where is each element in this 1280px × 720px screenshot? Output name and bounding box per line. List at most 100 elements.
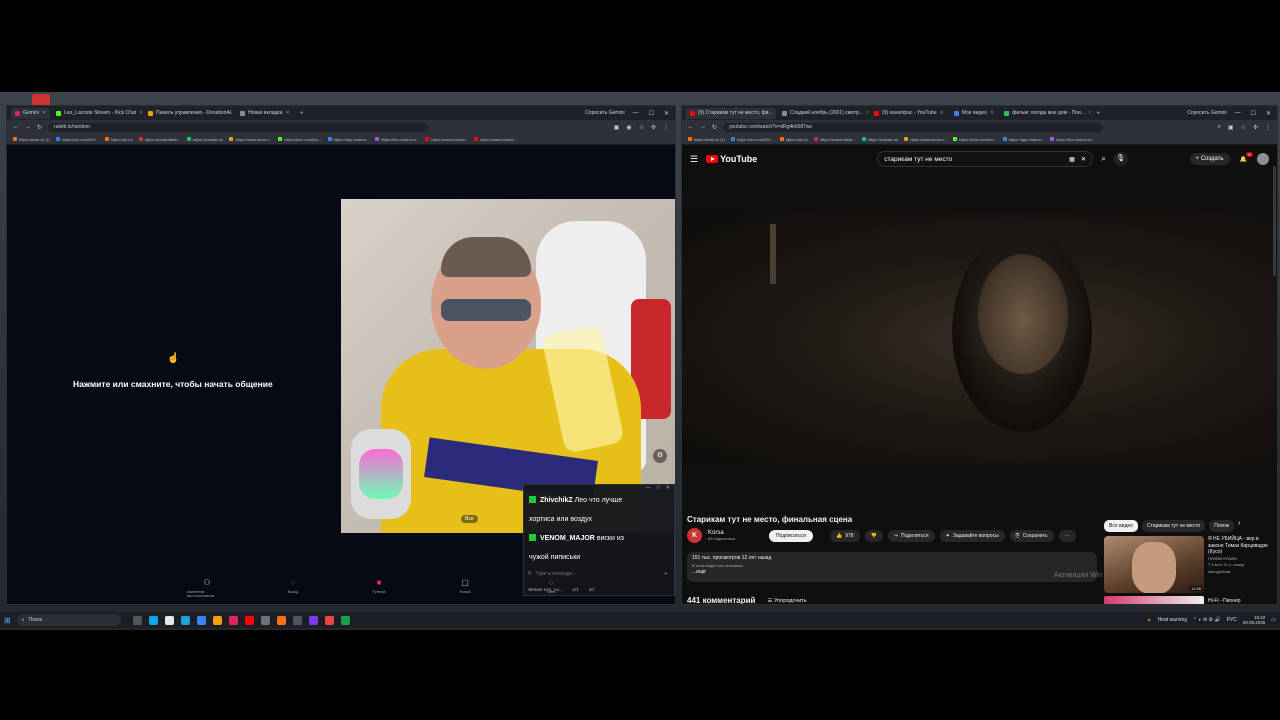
tab-my-video[interactable]: Мое видео ✕ (950, 108, 998, 119)
app-icon[interactable] (196, 615, 206, 625)
bookmark-item[interactable]: https://vk.com/id79... (56, 137, 99, 142)
video-description[interactable]: 151 тыс. просмотров 12 лет назад В этом … (687, 552, 1097, 582)
new-tab-button[interactable]: + (1092, 110, 1104, 117)
ask-gemini-button[interactable]: Спросить Gemini (1181, 110, 1232, 116)
bookmark-item[interactable]: https://kick.com/leo... (278, 137, 322, 142)
chat-close-icon[interactable]: ✕ (666, 485, 670, 491)
menu-icon[interactable]: ⋮ (663, 124, 669, 131)
new-tab-button[interactable]: + (296, 110, 308, 117)
share-button[interactable]: ↪ Поделиться (887, 530, 935, 542)
bookmark-item[interactable]: https://www.youtub... (425, 137, 468, 142)
app-icon[interactable] (260, 615, 270, 625)
youtube-search-input[interactable]: старикам тут не место ▦ ✕ (877, 151, 1094, 167)
windows-start-icon[interactable]: ⊞ (4, 616, 11, 625)
voice-search-icon[interactable]: 🎙 (1113, 152, 1128, 166)
tab-youtube-channel[interactable]: (9) канал/рас - YouTube ✕ (870, 108, 948, 119)
more-actions-icon[interactable]: ⋯ (1058, 530, 1076, 542)
close-tab-icon[interactable]: ✕ (42, 110, 46, 116)
telegram-icon[interactable] (180, 615, 190, 625)
weather-icon[interactable]: ▲ (1147, 617, 1152, 623)
app-icon[interactable] (276, 615, 286, 625)
bookmark-item[interactable]: https://www.tema.c... (229, 137, 272, 142)
back-icon[interactable]: ← (13, 124, 19, 130)
search-icon[interactable]: ⌕ (1101, 154, 1105, 164)
channel-avatar[interactable]: K (687, 528, 702, 543)
chat-restore-icon[interactable]: □ (657, 485, 660, 491)
weather-text[interactable]: Heat warning (1158, 617, 1187, 623)
bookmark-item[interactable]: https://mail.ru/ (1) (13, 137, 50, 142)
language-indicator[interactable]: РУС (1227, 617, 1237, 623)
nav-new[interactable]: ▢ Новый (445, 578, 485, 598)
app-icon[interactable] (308, 615, 318, 625)
taskbar-search[interactable]: ⌕ Поиск (16, 614, 121, 626)
show-more-link[interactable]: ...ещё (692, 569, 1092, 576)
tab-kick-chat[interactable]: Leo_Lacoste Stream - Kick Chat✕ (52, 108, 142, 119)
menu-icon[interactable]: ⋮ (1265, 124, 1271, 131)
bookmark-item[interactable]: https://www.tema.c... (904, 137, 947, 142)
translate-icon[interactable]: ◉ (626, 124, 631, 131)
sort-comments-button[interactable]: ☰ Упорядочить (767, 598, 806, 604)
avatar[interactable] (1257, 153, 1269, 165)
recommended-thumbnail[interactable]: 12:55 (1104, 536, 1204, 593)
recommended-video-2[interactable]: Hi-Fi - Пионер (1104, 596, 1241, 604)
tray-icons[interactable]: ⌃ ◐ ✉ ⚙ 🔊 (1193, 617, 1221, 623)
start-chat-prompt[interactable]: Нажмите или смахните, чтобы начать общен… (73, 379, 273, 389)
bookmark-star-icon[interactable]: ☆ (639, 124, 644, 131)
bookmark-item[interactable]: https://kontakt.ru/ (186, 137, 223, 142)
forward-icon[interactable]: → (700, 124, 706, 130)
hamburger-menu-icon[interactable]: ☰ (690, 154, 698, 165)
recommended-thumbnail-2[interactable] (1104, 596, 1204, 604)
bookmark-item[interactable]: https://app.restrea... (327, 137, 369, 142)
camera-settings-icon[interactable]: ⚙ (653, 449, 667, 463)
close-window-icon[interactable]: ✕ (664, 110, 669, 117)
ask-gemini-button[interactable]: Спросить Gemini (579, 110, 630, 116)
bookmark-item[interactable]: https://app.restrea... (1002, 137, 1044, 142)
close-tab-icon[interactable]: ✕ (1088, 110, 1090, 116)
bookmark-item[interactable]: https://worldoftank... (813, 137, 856, 142)
app-icon[interactable] (228, 615, 238, 625)
reload-icon[interactable]: ↻ (712, 124, 717, 131)
tab-film[interactable]: Сладкий ноябрь (2001) смотр...✕ (778, 108, 868, 119)
recommended-title-2[interactable]: Hi-Fi - Пионер (1208, 598, 1241, 604)
notifications-icon[interactable]: 🔔 9+ (1240, 151, 1253, 163)
app-icon[interactable] (164, 615, 174, 625)
page-scrollbar[interactable] (1273, 166, 1276, 276)
dislike-button[interactable]: 👎 (864, 530, 883, 542)
bookmark-star-icon[interactable]: ☆ (1241, 124, 1246, 131)
notification-center-icon[interactable]: ▭ (1271, 617, 1276, 623)
minimize-icon[interactable]: — (633, 110, 639, 117)
like-button[interactable]: 👍 978 (830, 530, 860, 542)
close-window-icon[interactable]: ✕ (1266, 110, 1271, 117)
youtube-app-icon[interactable] (244, 615, 254, 625)
bookmark-item[interactable]: https://the-radio.ru/r... (1050, 137, 1094, 142)
reload-icon[interactable]: ↻ (37, 124, 42, 131)
nav-exit[interactable]: ◌ Выход (273, 578, 313, 598)
tab-film-search[interactable]: фильм: погода мне дом - Пои...✕ (1000, 108, 1090, 119)
app-icon[interactable] (340, 615, 350, 625)
url-field[interactable]: youtube.com/watch?v=dRg4kh587ws (723, 122, 1104, 132)
chrome-icon[interactable] (324, 615, 334, 625)
bookmark-item[interactable]: https://www.youtub... (474, 137, 517, 142)
nav-location[interactable]: ⚇ изменение местоположения (187, 578, 227, 598)
task-view-icon[interactable] (132, 615, 142, 625)
extension-icon[interactable]: ▣ (614, 124, 620, 131)
nav-roulette[interactable]: ■ Рулетка (359, 578, 399, 598)
bookmark-item[interactable]: https://kick.com/leo... (953, 137, 997, 142)
bookmark-item[interactable]: https://kontakt.ru/ (861, 137, 898, 142)
keyboard-icon[interactable]: ▦ (1069, 156, 1075, 163)
close-tab-icon[interactable]: ✕ (139, 110, 142, 116)
bookmark-item[interactable]: https://worldoftank... (138, 137, 181, 142)
puzzle-icon[interactable]: ✣ (1253, 124, 1258, 131)
subscribe-button[interactable]: Подписаться (768, 529, 813, 542)
bookmark-item[interactable]: https://the-radio.ru/r... (375, 137, 419, 142)
webcam-filter-tag[interactable]: Все (461, 515, 478, 523)
clear-search-icon[interactable]: ✕ (1081, 155, 1086, 163)
tab-new[interactable]: Новая вкладка ✕ (236, 108, 294, 119)
obs-icon[interactable] (292, 615, 302, 625)
chat-username[interactable]: ZhivchikZ (540, 497, 573, 504)
forward-icon[interactable]: → (25, 124, 31, 130)
maximize-icon[interactable]: ☐ (1251, 110, 1256, 117)
close-tab-icon[interactable]: ✕ (866, 110, 868, 116)
close-tab-icon[interactable]: ✕ (990, 110, 994, 116)
send-icon[interactable]: ➤ (664, 571, 668, 577)
